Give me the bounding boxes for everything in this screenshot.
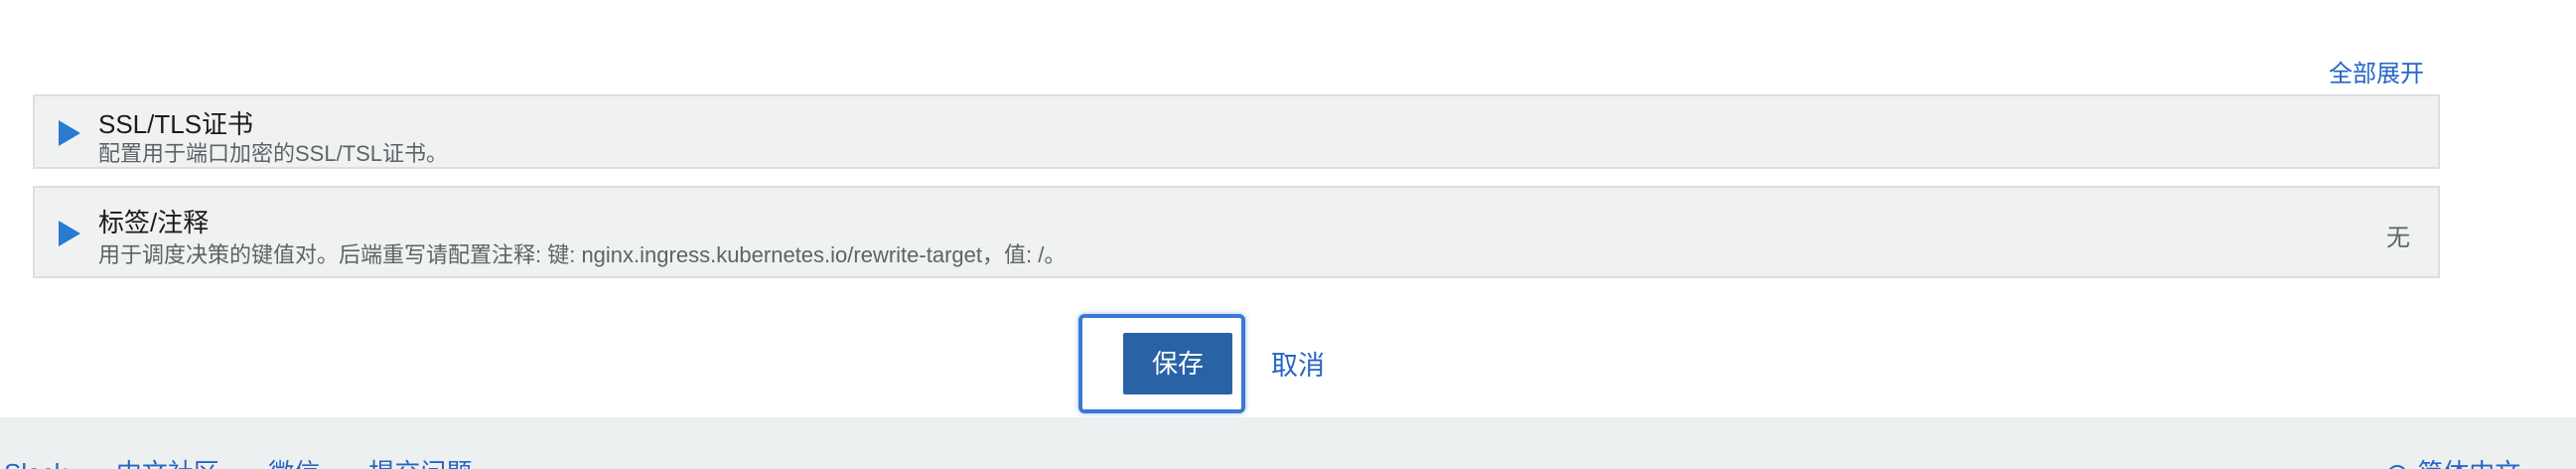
footer-links: Slack 中文社区 微信 提交问题 (4, 453, 513, 469)
save-button[interactable]: 保存 (1123, 333, 1232, 394)
section-description: 用于调度决策的键值对。后端重写请配置注释: 键: nginx.ingress.k… (98, 242, 1067, 267)
footer-link-wechat[interactable]: 微信 (268, 458, 320, 469)
footer-link-slack[interactable]: Slack (4, 458, 68, 469)
language-selector[interactable]: 简体中文 ⌄ (2387, 453, 2552, 469)
expand-all-link[interactable]: 全部展开 (2329, 54, 2424, 88)
footer: Slack 中文社区 微信 提交问题 简体中文 ⌄ (0, 417, 2576, 469)
globe-icon (2387, 465, 2408, 469)
cancel-link[interactable]: 取消 (1271, 344, 1325, 383)
footer-link-submit-issue[interactable]: 提交问题 (368, 458, 472, 469)
ssl-tls-section[interactable]: SSL/TLS证书 配置用于端口加密的SSL/TSL证书。 (33, 94, 2440, 169)
section-title: 标签/注释 (98, 208, 210, 237)
chevron-down-icon: ⌄ (2530, 458, 2552, 469)
footer-link-community[interactable]: 中文社区 (116, 458, 219, 469)
section-description: 配置用于端口加密的SSL/TSL证书。 (98, 141, 449, 166)
section-value: 无 (2386, 225, 2410, 251)
page: 全部展开 SSL/TLS证书 配置用于端口加密的SSL/TSL证书。 标签/注释… (0, 0, 2576, 469)
expand-triangle-icon[interactable] (59, 120, 80, 146)
labels-annotations-section[interactable]: 标签/注释 用于调度决策的键值对。后端重写请配置注释: 键: nginx.ing… (33, 186, 2440, 278)
language-label: 简体中文 (2417, 458, 2520, 469)
expand-triangle-icon[interactable] (59, 221, 80, 246)
